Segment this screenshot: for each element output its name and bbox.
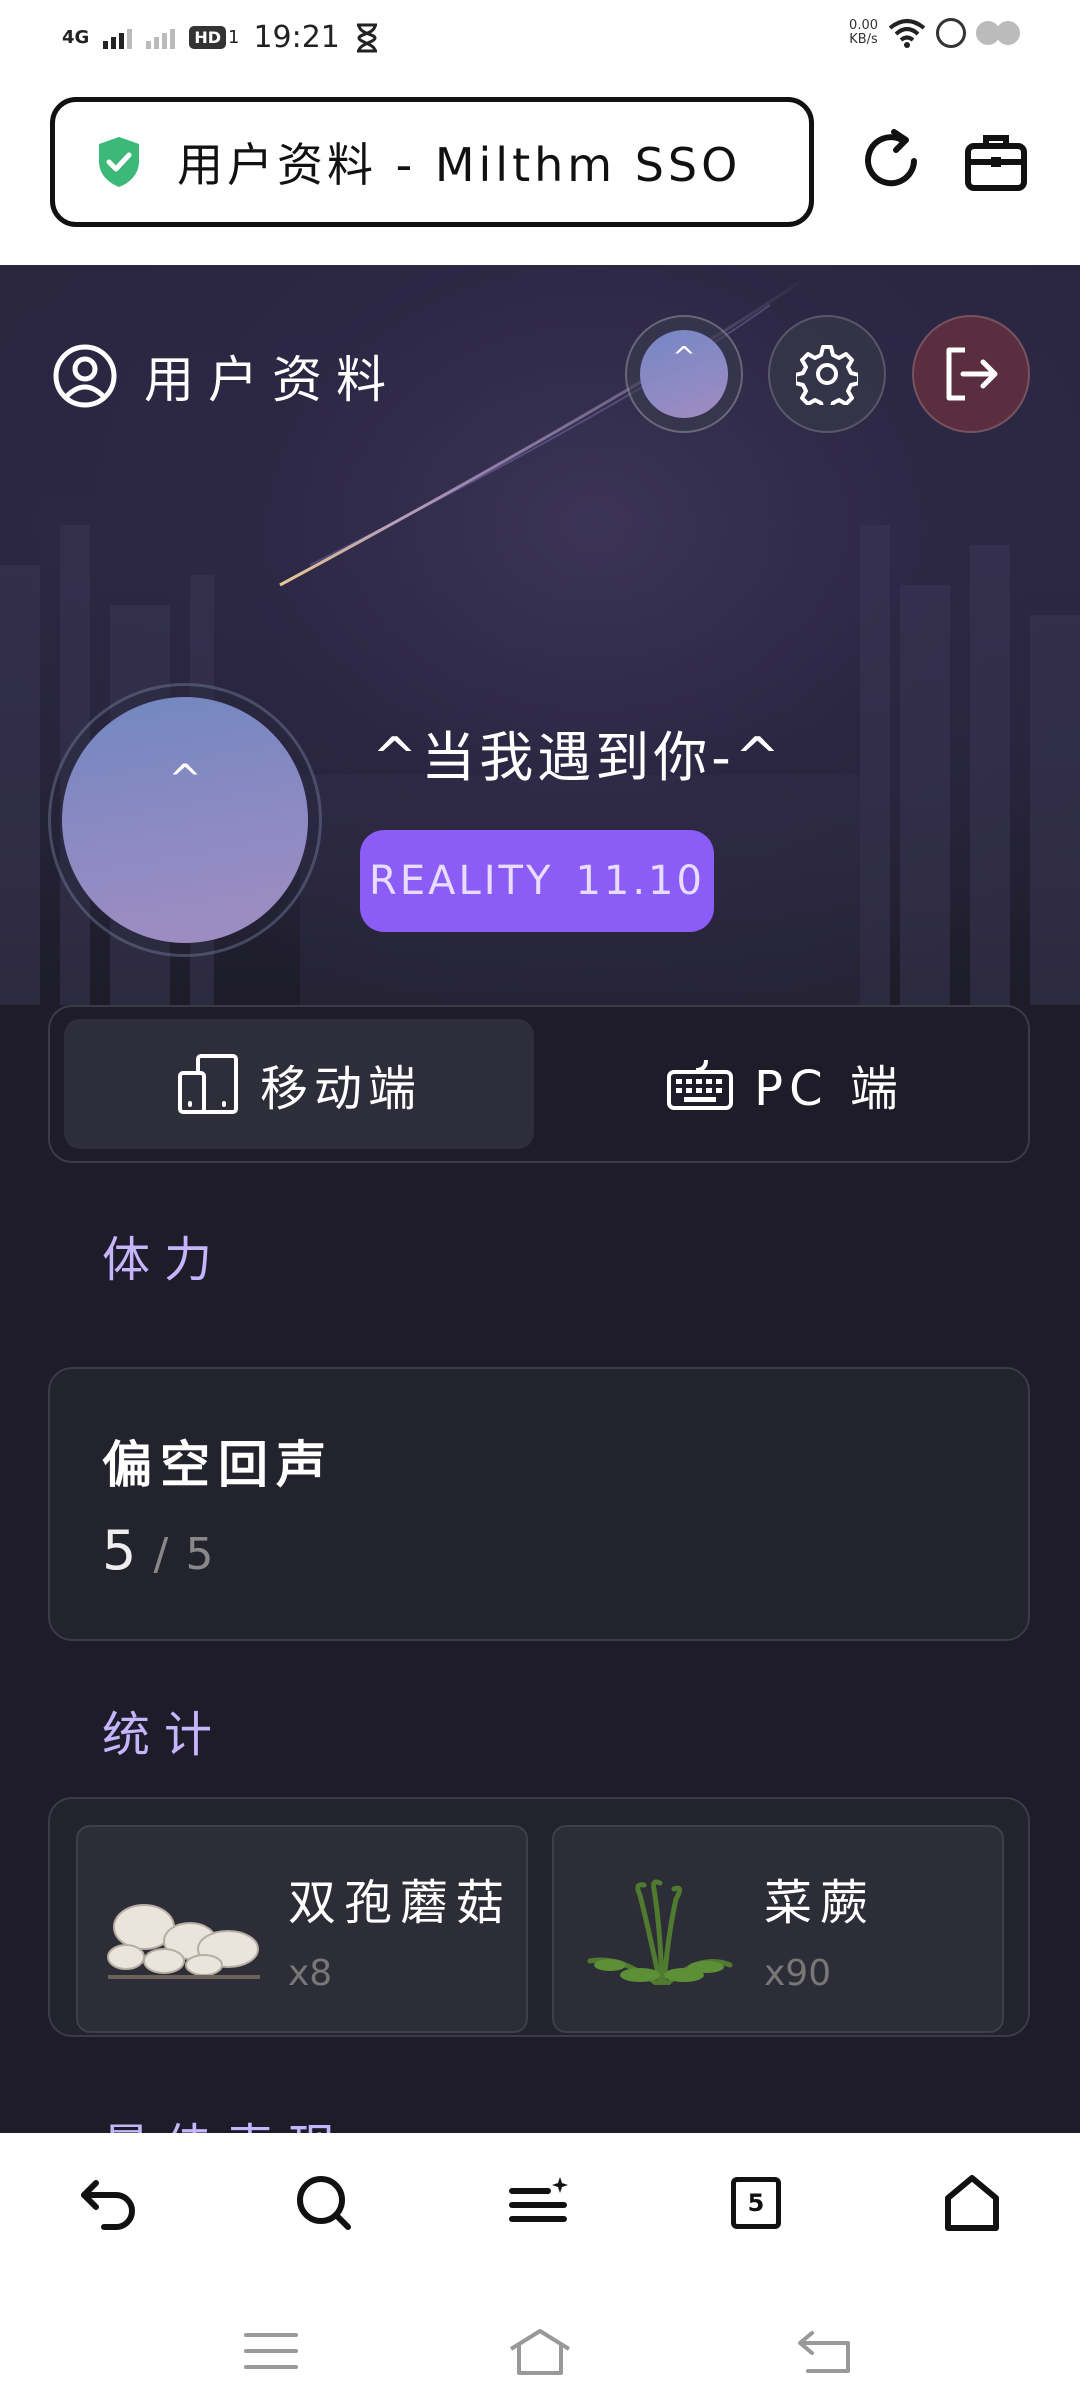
system-home-icon[interactable] [505, 2323, 575, 2379]
gear-icon [796, 345, 858, 405]
reality-badge: REALITY 11.10 [360, 830, 714, 932]
secure-shield-icon [99, 137, 139, 187]
search-icon [297, 2176, 351, 2230]
recent-apps-icon[interactable] [236, 2323, 306, 2379]
tab-mobile-label: 移动端 [259, 1061, 422, 1117]
menu-sparkle-icon [509, 2177, 568, 2222]
status-bar: 4G HD 1 19:21 0.00 KB/s [0, 0, 1080, 80]
home-button[interactable] [940, 2171, 1004, 2235]
page-header: 用户资料 [52, 340, 400, 412]
profile-avatar[interactable]: ^ [48, 683, 322, 957]
best-performance-section-title: 最佳表现 [102, 2107, 350, 2133]
settings-button[interactable] [768, 315, 886, 433]
stamina-name: 偏空回声 [102, 1436, 334, 1494]
header-avatar-button[interactable]: ^ [625, 315, 743, 433]
tab-pc[interactable]: PC 端 [550, 1019, 1020, 1149]
stamina-current: 5 [102, 1519, 137, 1582]
reload-icon[interactable] [858, 128, 924, 194]
back-button[interactable] [76, 2171, 140, 2235]
stats-card: 双孢蘑菇 x8 菜蕨 x90 [48, 1797, 1030, 2037]
hd-badge: HD [189, 26, 226, 49]
stamina-separator: / [153, 1529, 169, 1580]
fern-icon [587, 1879, 733, 1985]
wifi-icon [888, 19, 926, 48]
profile-avatar-glyph: ^ [62, 697, 308, 943]
battery-icon [936, 18, 966, 48]
signal-icon [103, 27, 133, 49]
net-speed-unit: KB/s [849, 32, 878, 47]
stat-name: 菜蕨 [764, 1875, 877, 1931]
mobile-devices-icon [177, 1054, 238, 1114]
toolbox-icon[interactable] [964, 132, 1028, 192]
page-title: 用户资料 - Milthm SSO [177, 138, 742, 192]
network-type: 4G [62, 27, 90, 48]
stat-count: x8 [288, 1953, 333, 1994]
username: ^当我遇到你-^ [372, 726, 784, 789]
address-bar[interactable]: 用户资料 - Milthm SSO [50, 97, 814, 227]
tab-mobile[interactable]: 移动端 [64, 1019, 534, 1149]
net-speed-value: 0.00 [849, 18, 878, 33]
stat-name: 双孢蘑菇 [288, 1875, 513, 1931]
system-back-icon[interactable] [790, 2323, 860, 2379]
stat-item: 菜蕨 x90 [552, 1825, 1004, 2033]
user-circle-icon [53, 344, 117, 408]
stamina-section-title: 体力 [102, 1232, 227, 1288]
profile-page: 用户资料 ^ ^ ^当我遇到你-^ REALITY 11.10 移动端 PC 端… [0, 265, 1080, 2133]
search-button[interactable] [292, 2171, 356, 2235]
sim-index: 1 [227, 27, 240, 48]
mushroom-icon [107, 1904, 260, 1979]
stamina-card: 偏空回声 5 / 5 [48, 1367, 1030, 1641]
stat-item: 双孢蘑菇 x8 [76, 1825, 528, 2033]
net-speed: 0.00 KB/s [849, 19, 878, 47]
device-tabs: 移动端 PC 端 [48, 1005, 1030, 1163]
tab-pc-label: PC 端 [754, 1061, 904, 1117]
home-icon [945, 2175, 999, 2231]
keyboard-icon [667, 1059, 734, 1110]
tabs-button[interactable]: 5 [724, 2171, 788, 2235]
reality-label: REALITY [369, 858, 554, 904]
clock: 19:21 [253, 20, 340, 55]
header-title: 用户资料 [144, 351, 400, 409]
system-nav-bar [0, 2283, 1080, 2408]
signal-2-icon [146, 27, 176, 49]
menu-button[interactable] [508, 2171, 572, 2235]
browser-toolbar: 5 [0, 2133, 1080, 2283]
tab-count: 5 [731, 2177, 781, 2229]
logout-icon [946, 347, 998, 401]
logout-button[interactable] [912, 315, 1030, 433]
reality-value: 11.10 [575, 858, 705, 904]
stats-section-title: 统计 [102, 1707, 227, 1763]
stamina-max: 5 [185, 1529, 214, 1580]
hourglass-icon [356, 23, 377, 52]
notification-2-icon [996, 21, 1020, 45]
back-arrow-icon [81, 2180, 135, 2230]
header-avatar: ^ [640, 330, 728, 418]
stamina-value: 5 / 5 [102, 1519, 214, 1582]
stat-count: x90 [764, 1953, 832, 1994]
